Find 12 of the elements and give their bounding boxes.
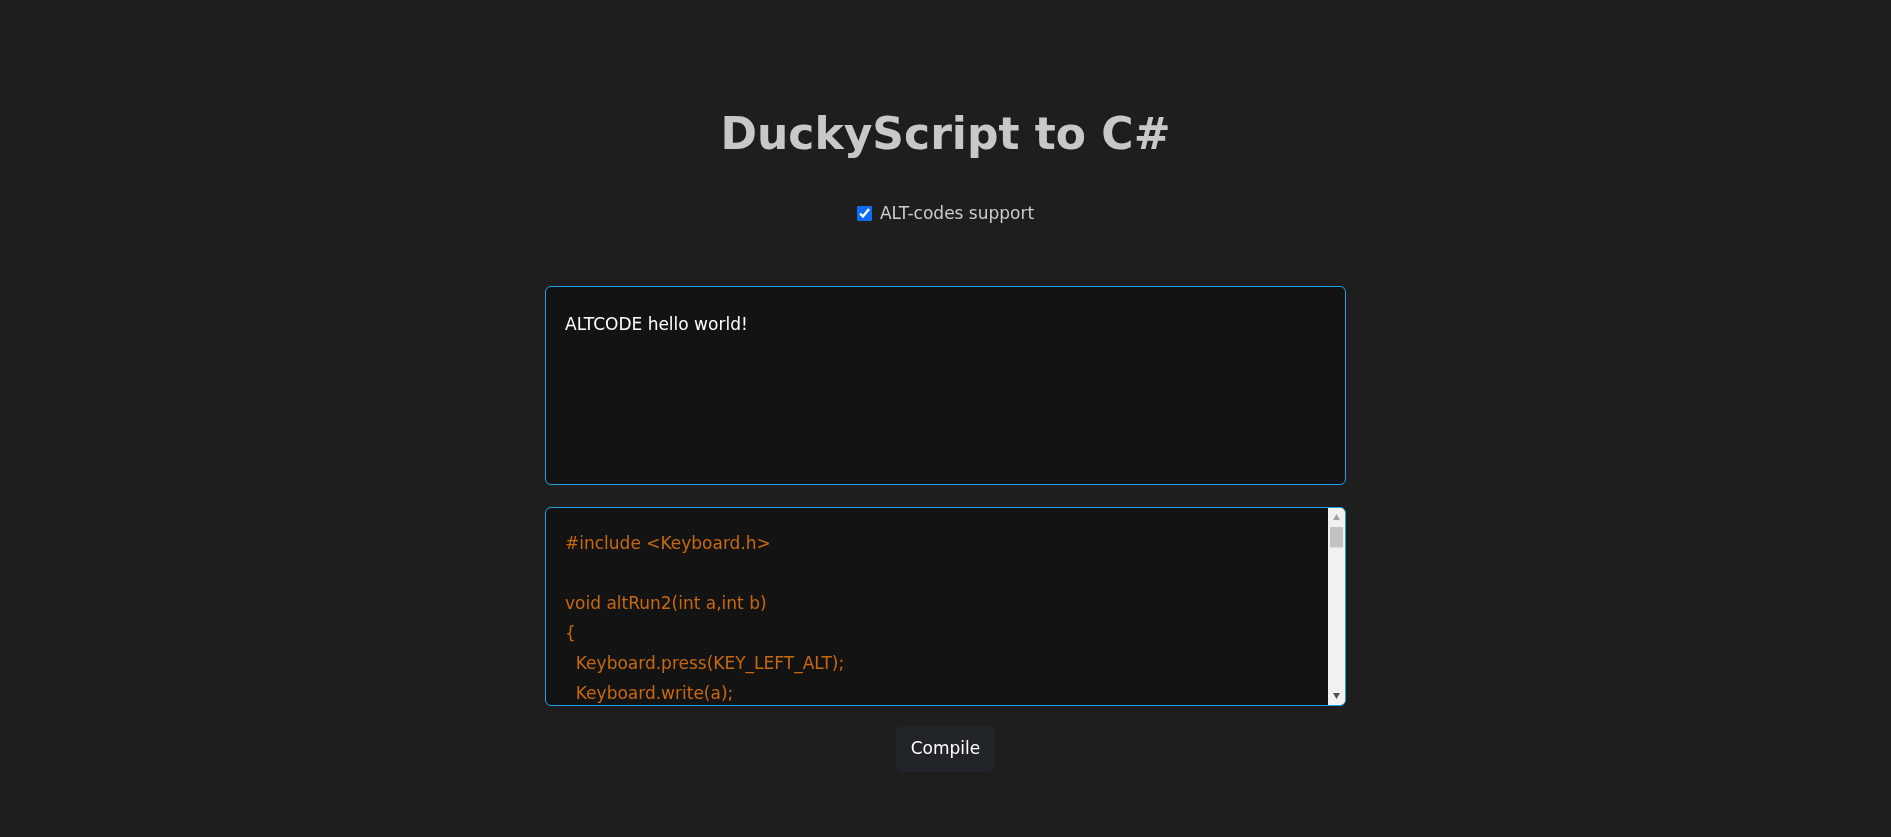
code-line: { xyxy=(565,622,577,646)
input-field[interactable]: ALTCODE hello world! xyxy=(545,286,1346,486)
code-line: void altRun2(int a,int b) xyxy=(565,592,768,616)
code-line: Keyboard.write(a); xyxy=(574,682,735,706)
code-line: Keyboard.press(KEY_LEFT_ALT); xyxy=(574,652,846,676)
checkbox[interactable] xyxy=(856,206,872,222)
compile-button[interactable]: Compile xyxy=(895,726,996,772)
output-field[interactable]: #include <Keyboard.h> void altRun2(int a,int b) { Keyboard.press(KEY_LEFT_ALT); Keyboard.write(a); xyxy=(545,507,1346,707)
code-line: #include <Keyboard.h> xyxy=(565,532,772,556)
scrollbar-drawing[interactable] xyxy=(1328,508,1345,706)
page-title: DuckyScript to C# xyxy=(720,108,1171,161)
alt-codes-checkbox[interactable]: ALT-codes support xyxy=(856,200,1035,227)
